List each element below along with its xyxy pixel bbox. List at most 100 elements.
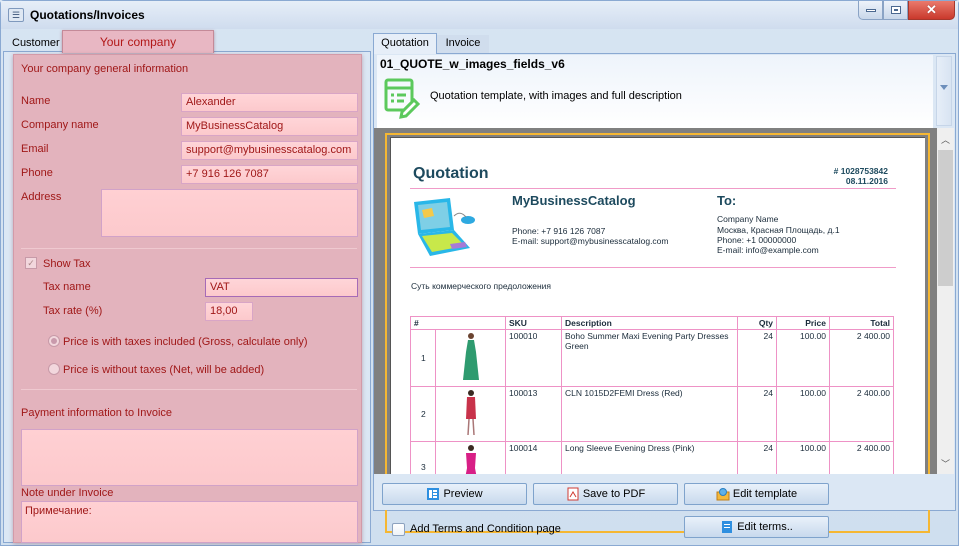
dress-image-green xyxy=(462,333,479,380)
items-table: # SKU Description Qty Price Total 1 1000… xyxy=(410,316,894,492)
seller-phone: Phone: +7 916 126 7087 xyxy=(512,226,606,236)
payment-info-field[interactable] xyxy=(21,429,358,486)
address-divider xyxy=(410,267,896,268)
company-logo xyxy=(414,198,475,256)
row-sku: 100013 xyxy=(505,386,562,442)
recipient-address: Москва, Красная Площадь, д.1 xyxy=(717,225,840,235)
recipient-phone: Phone: +1 00000000 xyxy=(717,235,797,245)
quote-summary: Суть коммерческого предоложения xyxy=(411,281,552,291)
col-description: Description xyxy=(561,316,738,330)
maximize-icon xyxy=(890,6,901,14)
row-total: 2 400.00 xyxy=(829,329,894,387)
seller-email: E-mail: support@mybusinesscatalog.com xyxy=(512,236,669,246)
seller-name: MyBusinessCatalog xyxy=(512,193,636,208)
save-pdf-button[interactable]: Save to PDF xyxy=(533,483,678,505)
show-tax-label: Show Tax xyxy=(43,258,91,270)
row-price: 100.00 xyxy=(776,386,830,442)
row-sku: 100010 xyxy=(505,329,562,387)
section-title: Your company general information xyxy=(21,63,189,75)
price-net-radio[interactable] xyxy=(48,363,60,375)
save-pdf-label: Save to PDF xyxy=(582,488,646,500)
edit-template-label: Edit template xyxy=(732,488,798,500)
email-label: Email xyxy=(21,143,49,155)
note-field[interactable]: Примечание: xyxy=(21,501,358,543)
edit-terms-label: Edit terms.. xyxy=(737,521,793,533)
title-bar: ☰ Quotations/Invoices ✕ xyxy=(1,1,958,29)
product-image xyxy=(435,386,506,442)
minimize-icon xyxy=(865,8,876,12)
chevron-up-icon[interactable]: ︿ xyxy=(941,133,950,146)
row-price: 100.00 xyxy=(776,329,830,387)
close-button[interactable]: ✕ xyxy=(908,1,955,20)
price-gross-radio[interactable] xyxy=(48,335,60,347)
template-name: 01_QUOTE_w_images_fields_v6 xyxy=(380,57,565,71)
system-menu-icon[interactable]: ☰ xyxy=(8,8,24,22)
terms-checkbox[interactable] xyxy=(392,523,405,536)
price-gross-label: Price is with taxes included (Gross, cal… xyxy=(63,336,308,348)
preview-label: Preview xyxy=(443,488,483,500)
preview-icon xyxy=(427,488,440,500)
col-price: Price xyxy=(776,316,830,330)
tab-customer[interactable]: Customer xyxy=(6,33,66,53)
col-total: Total xyxy=(829,316,894,330)
chevron-down-icon[interactable]: ﹀ xyxy=(941,457,950,470)
phone-label: Phone xyxy=(21,167,53,179)
terms-label: Add Terms and Condition page xyxy=(410,523,561,535)
document-icon xyxy=(722,521,733,533)
tax-rate-label: Tax rate (%) xyxy=(43,305,103,317)
recipient-heading: To: xyxy=(717,193,737,208)
recipient-company: Company Name xyxy=(717,214,779,224)
template-dropdown-button[interactable] xyxy=(936,56,952,126)
document-number: # 1028753842 xyxy=(833,166,888,176)
tax-name-field[interactable]: VAT xyxy=(205,278,358,297)
row-description: Boho Summer Maxi Evening Party Dresses G… xyxy=(561,329,738,387)
document-title: Quotation xyxy=(413,165,489,182)
edit-terms-button[interactable]: Edit terms.. xyxy=(684,516,829,538)
address-field[interactable] xyxy=(101,189,358,237)
phone-field[interactable]: +7 916 126 7087 xyxy=(181,165,358,184)
divider xyxy=(21,248,357,249)
tab-quotation[interactable]: Quotation xyxy=(373,33,437,54)
row-number: 1 xyxy=(410,329,436,387)
row-qty: 24 xyxy=(737,386,777,442)
header-divider xyxy=(410,188,896,189)
note-label: Note under Invoice xyxy=(21,487,114,499)
price-net-label: Price is without taxes (Net, will be add… xyxy=(63,364,265,376)
dress-image-red xyxy=(465,390,476,436)
table-header: # SKU Description Qty Price Total xyxy=(410,316,894,330)
tab-invoice[interactable]: Invoice xyxy=(437,35,489,53)
tax-rate-field[interactable]: 18,00 xyxy=(205,302,253,321)
product-image xyxy=(435,329,506,387)
template-edit-icon xyxy=(384,78,420,119)
edit-template-icon xyxy=(716,488,730,501)
close-icon: ✕ xyxy=(926,2,937,17)
preview-button[interactable]: Preview xyxy=(382,483,527,505)
show-tax-checkbox[interactable]: ✓ xyxy=(25,257,37,269)
pdf-icon xyxy=(567,487,579,501)
tab-company-information[interactable]: Your company information xyxy=(62,30,214,72)
payment-info-label: Payment information to Invoice xyxy=(21,407,173,419)
col-sku: SKU xyxy=(505,316,562,330)
table-row: 1 100010 Boho Summer Maxi Evening Party … xyxy=(410,329,894,387)
company-name-field[interactable]: MyBusinessCatalog xyxy=(181,117,358,136)
tax-name-label: Tax name xyxy=(43,281,91,293)
col-number: # xyxy=(410,316,506,330)
recipient-email: E-mail: info@example.com xyxy=(717,245,819,255)
window-title: Quotations/Invoices xyxy=(30,8,145,22)
divider xyxy=(21,389,357,390)
table-row: 2 100013 CLN 1015D2FEMI Dress (Red) 24 1… xyxy=(410,386,894,442)
row-number: 2 xyxy=(410,386,436,442)
minimize-button[interactable] xyxy=(858,1,883,20)
row-qty: 24 xyxy=(737,329,777,387)
template-description: Quotation template, with images and full… xyxy=(430,90,682,102)
row-total: 2 400.00 xyxy=(829,386,894,442)
col-qty: Qty xyxy=(737,316,777,330)
company-name-label: Company name xyxy=(21,119,99,131)
edit-template-button[interactable]: Edit template xyxy=(684,483,829,505)
scrollbar-thumb[interactable] xyxy=(938,150,953,286)
name-field[interactable]: Alexander xyxy=(181,93,358,112)
address-label: Address xyxy=(21,191,62,203)
chevron-down-icon xyxy=(940,85,948,90)
maximize-button[interactable] xyxy=(883,1,908,20)
email-field[interactable]: support@mybusinesscatalog.com xyxy=(181,141,358,160)
